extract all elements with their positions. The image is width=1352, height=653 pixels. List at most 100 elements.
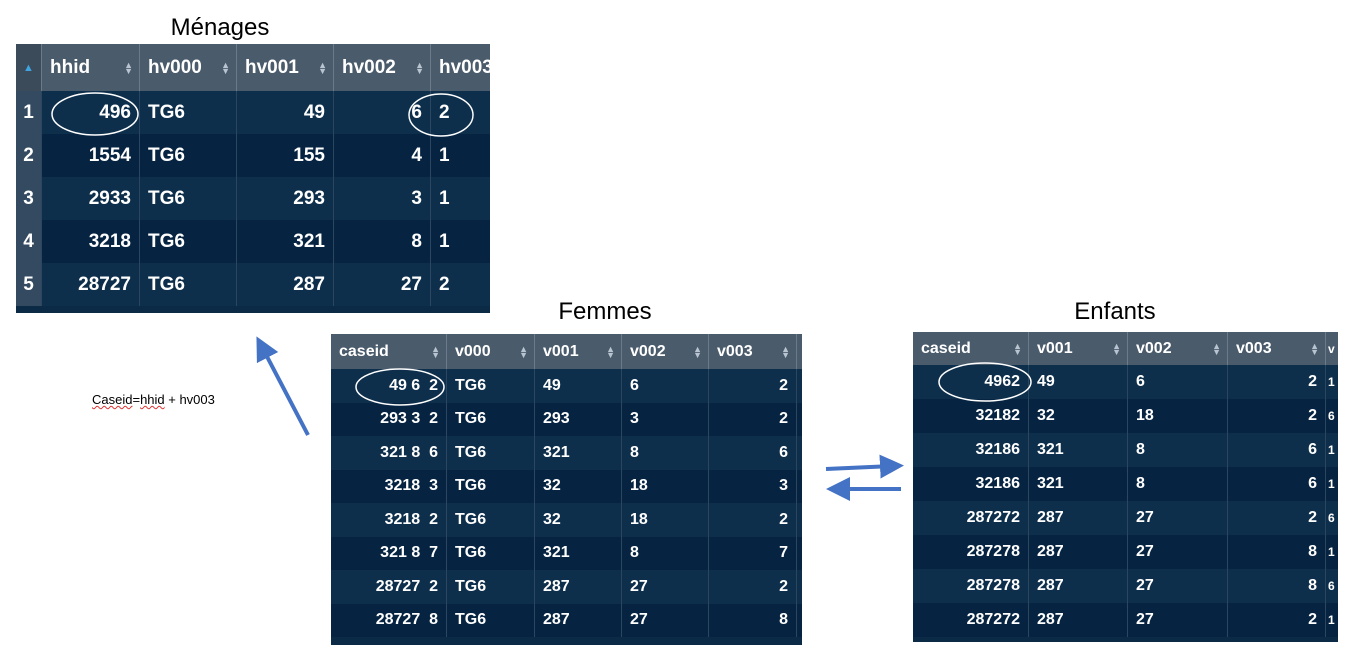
cell: TG6 [447,536,535,570]
cell-cut: 1 [1328,613,1335,627]
cell: TG6 [447,369,535,403]
cell: 287 [237,263,334,306]
cell: 321 [535,436,622,470]
note-rest: + hv003 [164,392,215,407]
cell-cut: 1 [1328,443,1335,457]
table-row: 28727 2 TG6 287 27 2 [331,570,802,604]
cell: TG6 [447,603,535,637]
row-number: 4 [16,220,42,263]
femmes-col-header[interactable]: v002 ▲ ▼ [622,334,709,369]
cell: TG6 [140,91,237,134]
cell: 1 [439,144,450,166]
col-label: v002 [630,342,666,360]
cell: 2 [1228,501,1326,535]
join-key-note: Caseid=hhid + hv003 [92,392,215,407]
sort-icon: ▲ ▼ [124,59,133,76]
menages-col-header[interactable]: hv001 ▲ ▼ [237,44,334,91]
col-label: caseid [339,342,389,360]
cell: 8 [1228,569,1326,603]
enfants-table: caseid ▲ ▼ v001 ▲ ▼ v002 ▲ ▼ v003 ▲ ▼ v 4962 49 … [913,332,1338,642]
col-label: v003 [1236,339,1272,357]
cell: 27 [622,570,709,604]
table-row: 32182 32 18 2 6 [913,399,1338,433]
table-row: 5 28727 TG6 287 27 2 [16,263,490,306]
cell: 8 [709,603,797,637]
cell: TG6 [140,220,237,263]
menages-col-header[interactable]: hv000 ▲ ▼ [140,44,237,91]
cell: 49 [1029,365,1128,399]
cell: 32182 [913,399,1029,433]
cell: 32186 [913,433,1029,467]
table-row: 2 1554 TG6 155 4 1 [16,134,490,177]
cell: 1554 [42,134,140,177]
col-label: v000 [455,342,491,360]
cell: 1 [439,230,450,252]
enfants-col-header[interactable]: v003 ▲ ▼ [1228,332,1326,365]
col-label: hv000 [148,56,202,78]
cell-cut: 1 [1328,477,1335,491]
table-row: 293 3 2 TG6 293 3 2 [331,402,802,437]
cell: 3 [622,402,709,436]
cell: TG6 [447,402,535,436]
cell: 2 [1228,399,1326,433]
menages-title: Ménages [170,14,270,41]
cell: 28727 8 [331,603,447,637]
femmes-col-header[interactable]: v003 ▲ ▼ [709,334,797,369]
cell: 496 [42,91,140,134]
cell-cut: 6 [1328,511,1335,525]
cell: 2 [709,402,797,436]
cell: 7 [709,536,797,570]
cell: 6 [622,369,709,403]
cell: 287 [1029,603,1128,637]
table-row: 321 8 7 TG6 321 8 7 [331,536,802,571]
table-row: 287278 287 27 8 1 [913,535,1338,569]
enfants-col-header[interactable]: v001 ▲ ▼ [1029,332,1128,365]
enfants-col-header[interactable]: caseid ▲ ▼ [913,332,1029,365]
cell-cut: 6 [1328,579,1335,593]
cell: 287 [1029,569,1128,603]
femmes-col-header[interactable]: v001 ▲ ▼ [535,334,622,369]
femmes-col-header[interactable]: caseid ▲ ▼ [331,334,447,369]
cell: 4 [334,134,431,177]
cell: 27 [1128,535,1228,569]
table-row: 287272 287 27 2 1 [913,603,1338,637]
cell: 3218 [42,220,140,263]
cell [797,537,802,571]
cell [797,403,802,437]
enfants-col-header-cut[interactable]: v [1326,332,1338,365]
menages-col-header[interactable]: hv003 [431,44,490,91]
cell: 321 [535,536,622,570]
table-row: 287278 287 27 8 6 [913,569,1338,603]
cell: TG6 [447,570,535,604]
menages-col-header[interactable]: hv002 ▲ ▼ [334,44,431,91]
cell: TG6 [447,469,535,503]
col-label: hv002 [342,56,396,78]
cell: 4962 [913,365,1029,399]
sort-icon: ▲ ▼ [431,343,440,360]
table-row: 32186 321 8 6 1 [913,467,1338,501]
col-label: caseid [921,339,971,357]
enfants-col-header[interactable]: v002 ▲ ▼ [1128,332,1228,365]
table-row: 49 6 2 TG6 49 6 2 [331,369,802,403]
table-row: 28727 8 TG6 287 27 8 [331,603,802,637]
cell [797,436,802,470]
sort-icon: ▲ ▼ [1212,340,1221,357]
cell: 27 [1128,569,1228,603]
cell: 18 [622,503,709,537]
row-number: 3 [16,177,42,220]
menages-header-row: ▲ hhid ▲ ▼ hv000 ▲ ▼ hv001 ▲ ▼ hv002 ▲ ▼ hv003 [16,44,490,91]
table-row: 3218 2 TG6 32 18 2 [331,503,802,537]
table-row: 287272 287 27 2 6 [913,501,1338,535]
enfants-title: Enfants [1074,298,1156,325]
cell: 2 [1228,603,1326,637]
menages-col-header[interactable]: hhid ▲ ▼ [42,44,140,91]
col-label: v001 [543,342,579,360]
femmes-col-header[interactable]: v000 ▲ ▼ [447,334,535,369]
cell: TG6 [447,503,535,537]
cell: 2 [709,503,797,537]
table-row: 32186 321 8 6 1 [913,433,1338,467]
sort-icon: ▲ ▼ [606,343,615,360]
menages-corner[interactable]: ▲ [16,44,42,91]
cell: 18 [1128,399,1228,433]
cell: 27 [1128,603,1228,637]
